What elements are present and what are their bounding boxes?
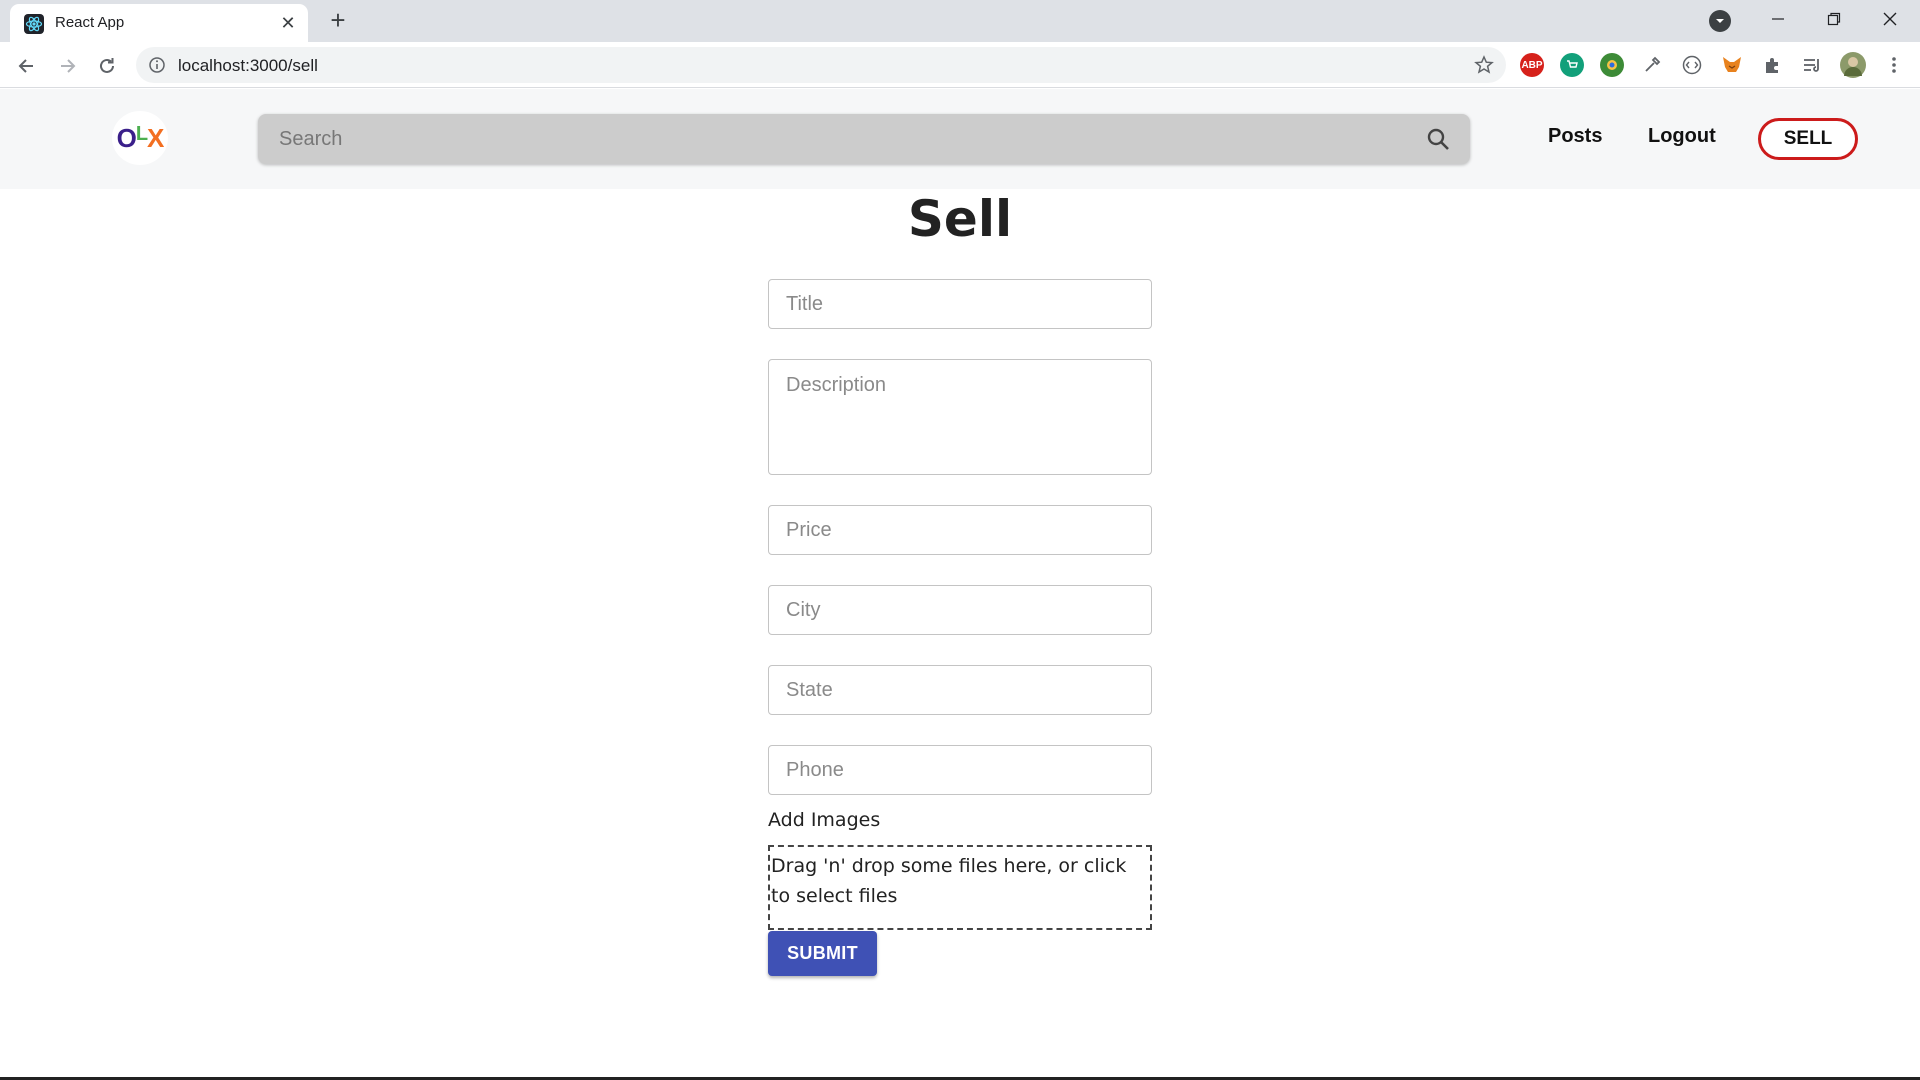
state-field[interactable] bbox=[768, 665, 1152, 715]
tab-close-icon[interactable]: ✕ bbox=[278, 13, 298, 33]
metamask-icon[interactable] bbox=[1720, 53, 1744, 77]
sell-button[interactable]: SELL bbox=[1758, 118, 1858, 160]
browser-tabstrip: React App ✕ + bbox=[0, 0, 1920, 42]
logo-letter-o: O bbox=[116, 122, 137, 153]
browser-menu-icon[interactable] bbox=[1882, 53, 1906, 77]
new-tab-button[interactable]: + bbox=[324, 7, 352, 35]
site-header: OLX Posts Logout SELL bbox=[0, 89, 1920, 189]
restore-icon[interactable] bbox=[1806, 0, 1862, 38]
add-images-label: Add Images bbox=[768, 809, 881, 831]
adblock-icon[interactable]: ABP bbox=[1520, 53, 1544, 77]
close-window-icon[interactable] bbox=[1862, 0, 1918, 38]
page-title: Sell bbox=[907, 190, 1013, 248]
forward-icon[interactable] bbox=[50, 49, 84, 83]
minimize-icon[interactable] bbox=[1750, 0, 1806, 38]
phone-field[interactable] bbox=[768, 745, 1152, 795]
submit-button[interactable]: SUBMIT bbox=[768, 931, 877, 976]
back-icon[interactable] bbox=[10, 49, 44, 83]
reload-icon[interactable] bbox=[90, 49, 124, 83]
search-bar bbox=[258, 114, 1470, 164]
description-field[interactable] bbox=[768, 359, 1152, 475]
olx-logo[interactable]: OLX bbox=[112, 111, 168, 165]
search-icon[interactable] bbox=[1426, 127, 1450, 156]
image-dropzone[interactable]: Drag 'n' drop some files here, or click … bbox=[768, 845, 1152, 930]
address-bar[interactable]: localhost:3000/sell bbox=[136, 47, 1506, 83]
price-field[interactable] bbox=[768, 505, 1152, 555]
profile-avatar[interactable] bbox=[1840, 52, 1866, 78]
tab-title: React App bbox=[55, 14, 125, 31]
extensions-puzzle-icon[interactable] bbox=[1760, 53, 1784, 77]
nav-posts-link[interactable]: Posts bbox=[1548, 125, 1602, 148]
eyedropper-extension-icon[interactable] bbox=[1640, 53, 1664, 77]
reading-list-icon[interactable] bbox=[1800, 53, 1824, 77]
browser-toolbar: localhost:3000/sell ABP bbox=[0, 42, 1920, 88]
shopping-extension-icon[interactable] bbox=[1560, 53, 1584, 77]
tab-search-icon[interactable] bbox=[1709, 10, 1731, 32]
site-info-icon[interactable] bbox=[148, 56, 166, 79]
city-field[interactable] bbox=[768, 585, 1152, 635]
react-favicon-icon bbox=[24, 14, 44, 34]
globe-extension-icon[interactable] bbox=[1600, 53, 1624, 77]
nav-logout-link[interactable]: Logout bbox=[1648, 125, 1716, 148]
browser-tab[interactable]: React App ✕ bbox=[10, 4, 308, 42]
title-field[interactable] bbox=[768, 279, 1152, 329]
bookmark-star-icon[interactable] bbox=[1474, 55, 1494, 80]
search-input[interactable] bbox=[258, 114, 1408, 164]
logo-letter-x: X bbox=[147, 122, 164, 153]
code-extension-icon[interactable] bbox=[1680, 53, 1704, 77]
url-text: localhost:3000/sell bbox=[178, 56, 318, 75]
logo-letter-l: L bbox=[135, 122, 148, 145]
